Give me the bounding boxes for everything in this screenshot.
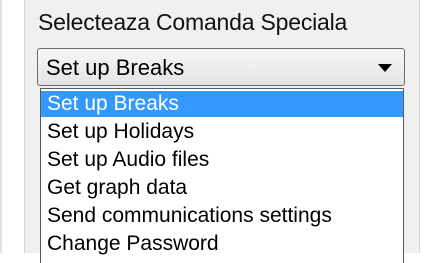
option-get-graph-data[interactable]: Get graph data [41, 175, 403, 201]
panel-divider [419, 0, 420, 253]
special-command-combobox[interactable]: Set up Breaks [37, 48, 405, 86]
special-command-label: Selecteaza Comanda Speciala [38, 9, 348, 35]
option-set-up-breaks[interactable]: Set up Breaks [41, 91, 403, 117]
option-send-communications-settings[interactable]: Send communications settings [41, 203, 403, 229]
window-edge [0, 0, 2, 253]
chevron-down-icon[interactable] [378, 64, 392, 72]
option-set-up-holidays[interactable]: Set up Holidays [41, 119, 403, 145]
combobox-selected-value: Set up Breaks [46, 55, 185, 80]
special-command-dropdown-list[interactable]: Set up Breaks Set up Holidays Set up Aud… [40, 88, 404, 263]
option-set-up-audio-files[interactable]: Set up Audio files [41, 147, 403, 173]
option-change-password[interactable]: Change Password [41, 231, 403, 257]
